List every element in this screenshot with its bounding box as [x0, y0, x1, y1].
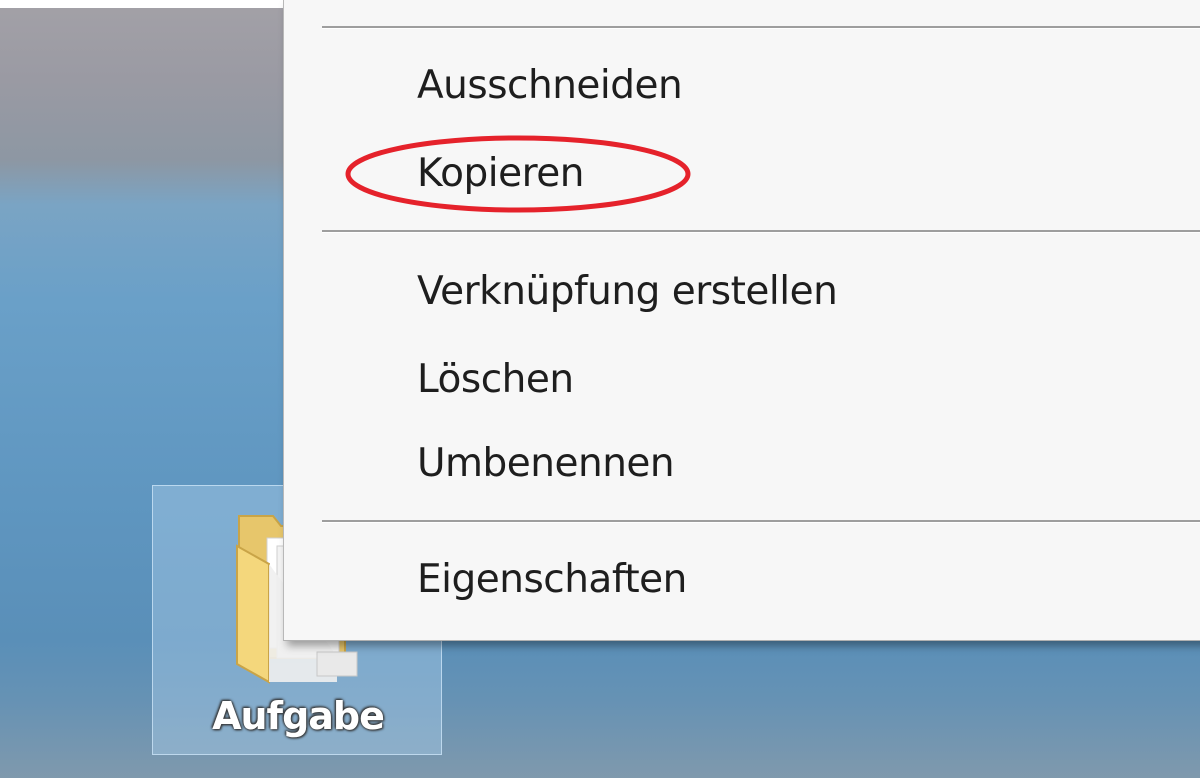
annotation-ellipse — [345, 135, 691, 213]
top-edge-strip — [0, 0, 290, 8]
menu-item-label: Eigenschaften — [417, 557, 687, 602]
menu-item-label: Verknüpfung erstellen — [417, 269, 838, 314]
menu-item-verknuepfung-erstellen[interactable]: Verknüpfung erstellen — [284, 252, 1200, 332]
menu-separator — [322, 230, 1200, 233]
menu-item-umbenennen[interactable]: Umbenennen — [284, 424, 1200, 504]
desktop-icon-label: Aufgabe — [212, 694, 385, 738]
highlight-ellipse-annotation — [345, 135, 691, 213]
menu-separator — [322, 520, 1200, 523]
menu-item-ausschneiden[interactable]: Ausschneiden — [284, 46, 1200, 126]
context-menu: Ausschneiden Kopieren Verknüpfung erstel… — [283, 0, 1200, 641]
menu-item-label: Ausschneiden — [417, 63, 683, 108]
menu-item-eigenschaften[interactable]: Eigenschaften — [284, 540, 1200, 620]
menu-item-label: Löschen — [417, 357, 574, 402]
menu-item-loeschen[interactable]: Löschen — [284, 340, 1200, 420]
menu-separator — [322, 26, 1200, 29]
menu-item-label: Umbenennen — [417, 441, 675, 486]
